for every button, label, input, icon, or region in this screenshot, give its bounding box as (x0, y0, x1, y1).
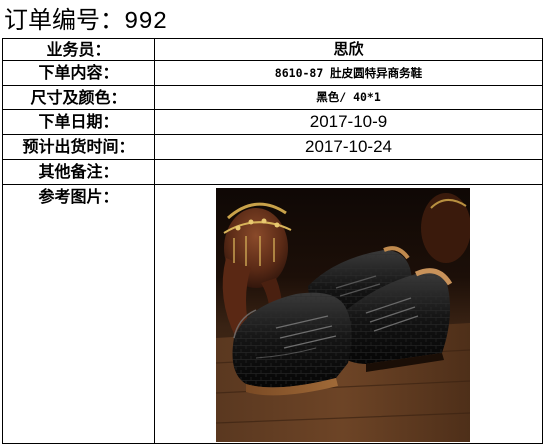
order-content-label: 下单内容： (3, 61, 155, 85)
order-date-value: 2017-10-9 (309, 112, 388, 131)
row-order-content: 下单内容： 8610-87 肚皮圆特异商务鞋 (3, 61, 542, 86)
ship-date-value: 2017-10-24 (305, 137, 392, 156)
salesperson-value: 思欣 (333, 40, 364, 58)
row-size-color: 尺寸及颜色： 黑色/ 40*1 (3, 86, 542, 110)
remarks-value (155, 160, 542, 184)
row-ship-date: 预计出货时间： 2017-10-24 (3, 135, 542, 160)
order-content-value: 8610-87 肚皮圆特异商务鞋 (274, 66, 423, 80)
size-color-label: 尺寸及颜色： (3, 86, 155, 109)
row-salesperson: 业务员： 思欣 (3, 39, 542, 61)
size-color-value: 黑色/ 40*1 (316, 90, 381, 104)
order-number: 992 (124, 9, 168, 36)
order-title: 订单编号：992 (4, 3, 167, 37)
row-remarks: 其他备注： (3, 160, 542, 185)
order-title-label: 订单编号： (4, 6, 124, 34)
reference-label: 参考图片： (3, 185, 155, 443)
remarks-label: 其他备注： (3, 160, 155, 184)
order-date-label: 下单日期： (3, 110, 155, 134)
reference-photo (216, 188, 470, 442)
ship-date-label: 预计出货时间： (3, 135, 155, 159)
row-order-date: 下单日期： 2017-10-9 (3, 110, 542, 135)
salesperson-label: 业务员： (3, 39, 155, 60)
